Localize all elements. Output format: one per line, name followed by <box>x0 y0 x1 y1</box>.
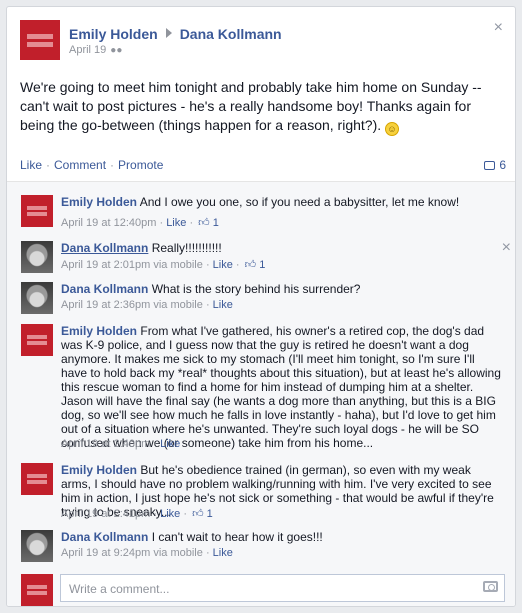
commenter-avatar[interactable] <box>21 530 53 562</box>
commenter-name[interactable]: Dana Kollmann <box>61 530 148 544</box>
separator: · <box>46 158 51 172</box>
post-author-link[interactable]: Emily Holden <box>69 26 158 42</box>
commenter-avatar[interactable] <box>21 241 53 273</box>
comment-like-count[interactable]: 1 <box>213 217 219 229</box>
comment-time[interactable]: April 19 at 2:40pm <box>61 438 150 450</box>
comment-meta: April 19 at 2:36pm via mobile · Like <box>61 299 233 311</box>
smiley-icon: ☺ <box>385 122 400 136</box>
comment-body: And I owe you one, so if you need a baby… <box>139 195 460 209</box>
close-icon[interactable]: × <box>502 239 511 257</box>
comment-like-button[interactable]: Like <box>213 299 233 311</box>
comment-like-count[interactable]: 1 <box>259 259 265 271</box>
comment-like-count[interactable]: 1 <box>207 508 213 520</box>
commenter-name[interactable]: Dana Kollmann <box>61 282 148 296</box>
comment-like-button[interactable]: Like <box>160 438 180 450</box>
comment-meta: April 19 at 2:40pm · Like <box>61 438 181 450</box>
comment-bubble-icon <box>484 161 496 170</box>
thumbs-up-icon[interactable]: 👍︎ <box>192 507 204 520</box>
camera-icon[interactable] <box>483 581 498 592</box>
comment-like-button[interactable]: Like <box>213 547 233 559</box>
post-names: Emily Holden Dana Kollmann <box>69 26 282 42</box>
comment-text: Dana Kollmann Really!!!!!!!!!!! <box>61 241 501 255</box>
comment-like-button[interactable]: Like <box>166 217 186 229</box>
post-actions: Like · Comment · Promote 6 <box>20 158 506 172</box>
comment-body: Really!!!!!!!!!!! <box>151 241 222 255</box>
comment-via[interactable]: via mobile <box>153 547 203 559</box>
comment-time[interactable]: April 19 at 2:01pm <box>61 259 150 271</box>
arrow-right-icon <box>165 28 172 38</box>
comment-text: Emily Holden From what I've gathered, hi… <box>61 324 501 450</box>
comment-body: From what I've gathered, his owner's a r… <box>61 324 501 450</box>
comment-via[interactable]: via mobile <box>153 259 203 271</box>
comment-time[interactable]: April 19 at 2:41pm <box>61 508 150 520</box>
comment-body: I can't wait to hear how it goes!!! <box>151 530 323 544</box>
comment-text: Dana Kollmann What is the story behind h… <box>61 282 501 296</box>
commenter-avatar[interactable] <box>21 463 53 495</box>
commenter-name[interactable]: Dana Kollmann <box>61 241 148 255</box>
comment-meta: April 19 at 2:41pm · Like · 👍︎ 1 <box>61 507 213 520</box>
post-card: Emily Holden Dana Kollmann April 19 ●● × W… <box>6 6 516 607</box>
commenter-name[interactable]: Emily Holden <box>61 324 137 338</box>
post-target-link[interactable]: Dana Kollmann <box>180 26 282 42</box>
post-meta: April 19 ●● <box>69 44 122 56</box>
like-button[interactable]: Like <box>20 158 42 172</box>
thumbs-up-icon[interactable]: 👍︎ <box>198 216 210 229</box>
comment-time[interactable]: April 19 at 9:24pm <box>61 547 150 559</box>
comment-button[interactable]: Comment <box>54 158 106 172</box>
separator: · <box>110 158 115 172</box>
commenter-avatar[interactable] <box>21 282 53 314</box>
thumbs-up-icon[interactable]: 👍︎ <box>245 258 257 271</box>
comment-text: Dana Kollmann I can't wait to hear how i… <box>61 530 501 544</box>
comment-like-button[interactable]: Like <box>160 508 180 520</box>
post-text: We're going to meet him tonight and prob… <box>20 79 482 133</box>
commenter-avatar[interactable] <box>21 195 53 227</box>
commenter-name[interactable]: Emily Holden <box>61 463 137 477</box>
commenter-avatar[interactable] <box>21 324 53 356</box>
post-date[interactable]: April 19 <box>69 44 106 56</box>
comment-via[interactable]: via mobile <box>153 299 203 311</box>
comment-time[interactable]: April 19 at 12:40pm <box>61 217 156 229</box>
comment-meta: April 19 at 12:40pm · Like · 👍︎ 1 <box>61 216 219 229</box>
post-body: We're going to meet him tonight and prob… <box>20 78 506 136</box>
comment-text: Emily Holden And I owe you one, so if yo… <box>61 195 501 209</box>
composer-avatar <box>21 574 53 606</box>
comment-count-value: 6 <box>499 158 506 172</box>
comment-body: What is the story behind his surrender? <box>151 282 361 296</box>
comment-input[interactable]: Write a comment... <box>60 574 505 602</box>
people-icon[interactable]: ●● <box>110 45 122 56</box>
promote-button[interactable]: Promote <box>118 158 163 172</box>
author-avatar[interactable] <box>20 20 60 60</box>
comment-input-placeholder: Write a comment... <box>69 582 170 596</box>
comment-time[interactable]: April 19 at 2:36pm <box>61 299 150 311</box>
close-icon[interactable]: × <box>494 19 503 37</box>
comment-meta: April 19 at 2:01pm via mobile · Like · 👍… <box>61 258 266 271</box>
comment-count[interactable]: 6 <box>484 158 506 172</box>
comment-like-button[interactable]: Like <box>213 259 233 271</box>
post-header: Emily Holden Dana Kollmann April 19 ●● × <box>7 7 515 67</box>
comments-section: Emily Holden And I owe you one, so if yo… <box>7 181 515 606</box>
comment-meta: April 19 at 9:24pm via mobile · Like <box>61 547 233 559</box>
commenter-name[interactable]: Emily Holden <box>61 195 137 209</box>
